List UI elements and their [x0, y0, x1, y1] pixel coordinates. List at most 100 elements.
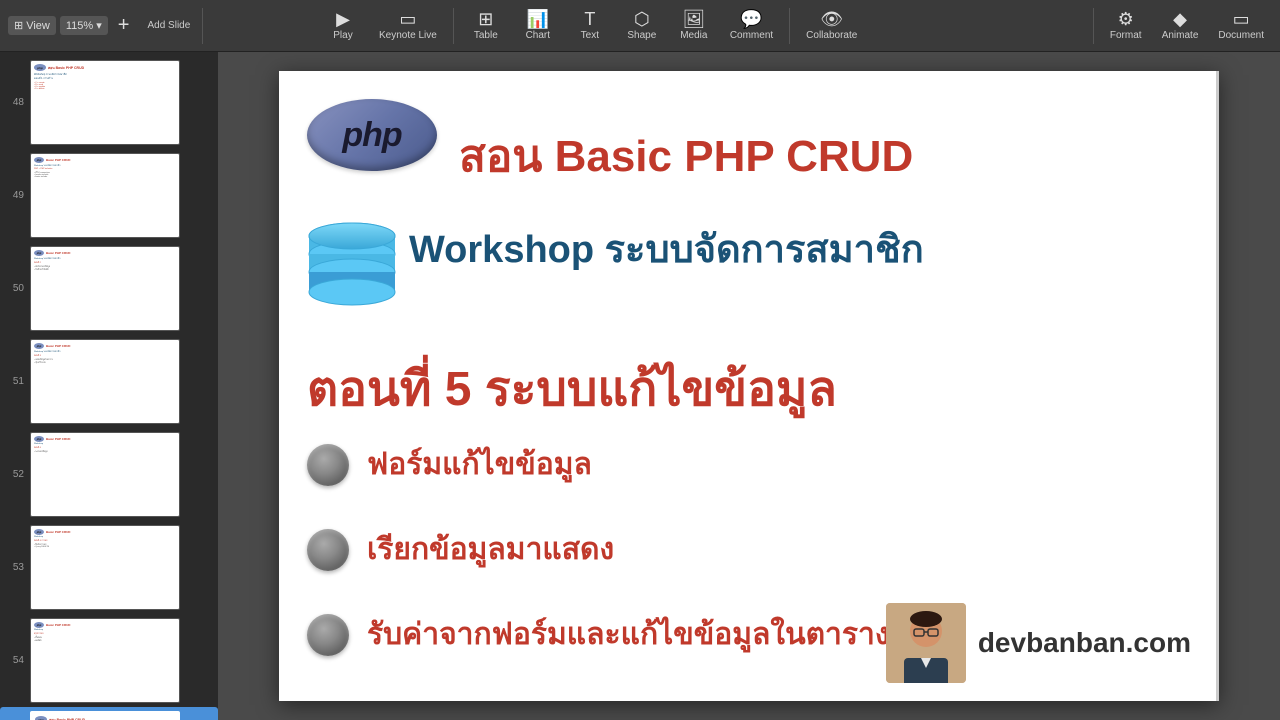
- slide-number-50: 50: [6, 283, 24, 294]
- table-button[interactable]: ⊞ Table: [462, 6, 510, 45]
- slide-preview-49: php Basic PHP CRUD Workshop ระบบจัดการสม…: [30, 153, 180, 238]
- collaborate-label: Collaborate: [806, 30, 857, 41]
- plus-icon: +: [118, 14, 130, 36]
- collaborate-icon: 👁: [820, 10, 843, 28]
- add-slide-label-group: Add Slide: [139, 16, 198, 35]
- keynote-live-button[interactable]: ▭ Keynote Live: [371, 6, 445, 45]
- slide-thumb-52[interactable]: 52 php Basic PHP CRUD Workshop ตอนที่ 4 …: [0, 428, 218, 521]
- document-icon: ▭: [1233, 10, 1250, 28]
- slide-thumb-51[interactable]: 51 php Basic PHP CRUD Workshop ระบบจัดกา…: [0, 335, 218, 428]
- slide-thumb-54[interactable]: 54 php Basic PHP CRUD Workshop สรุปการลบ…: [0, 614, 218, 707]
- person-svg: [886, 603, 966, 683]
- text-icon: T: [584, 10, 595, 28]
- slide-preview-54: php Basic PHP CRUD Workshop สรุปการลบ • …: [30, 618, 180, 703]
- avatar-image: [886, 603, 966, 683]
- play-icon: ▶: [336, 10, 350, 28]
- view-label: View: [26, 20, 50, 32]
- slide-preview-48: php สอน Basic PHP CRUD Workshop ระบบจัดก…: [30, 60, 180, 145]
- slide-number-48: 48: [6, 97, 24, 108]
- table-label: Table: [474, 30, 498, 41]
- bullet-item-2: เรียกข้อมูลมาแสดง: [307, 526, 890, 573]
- comment-button[interactable]: 💬 Comment: [722, 6, 781, 45]
- slide-number-51: 51: [6, 376, 24, 387]
- slide-thumb-49[interactable]: 49 php Basic PHP CRUD Workshop ระบบจัดกา…: [0, 149, 218, 242]
- database-icon: [307, 221, 397, 321]
- bullet-icon-2: [307, 529, 349, 571]
- divider-4: [1093, 8, 1094, 44]
- slide-number-52: 52: [6, 469, 24, 480]
- bullet-text-2: เรียกข้อมูลมาแสดง: [367, 526, 614, 573]
- php-logo-text: php: [342, 116, 401, 155]
- media-label: Media: [680, 30, 707, 41]
- animate-button[interactable]: ◆ Animate: [1154, 6, 1207, 45]
- bullet-icon-1: [307, 444, 349, 486]
- add-slide-button[interactable]: +: [112, 12, 136, 39]
- play-button[interactable]: ▶ Play: [319, 6, 367, 45]
- format-icon: ⚙: [1118, 10, 1134, 28]
- chart-label: Chart: [526, 30, 550, 41]
- format-label: Format: [1110, 30, 1142, 41]
- chart-button[interactable]: 📊 Chart: [514, 6, 562, 45]
- slide-thumb-55[interactable]: 55 php สอน Basic PHP CRUD Workshop ระบบจ…: [0, 707, 218, 720]
- workshop-title: Workshop ระบบจัดการสมาชิก: [409, 226, 924, 275]
- animate-icon: ◆: [1173, 10, 1187, 28]
- main-area: 48 php สอน Basic PHP CRUD Workshop ระบบจ…: [0, 52, 1280, 720]
- avatar-section: devbanban.com: [886, 603, 1191, 683]
- right-edge-line: [1216, 71, 1219, 701]
- slide-number-49: 49: [6, 190, 24, 201]
- bullet-text-1: ฟอร์มแก้ไขข้อมูล: [367, 441, 592, 488]
- slide-canvas[interactable]: php สอน Basic PHP CRUD: [279, 71, 1219, 701]
- bullet-item-3: รับค่าจากฟอร์มและแก้ไขข้อมูลในตาราง: [307, 611, 890, 658]
- document-button[interactable]: ▭ Document: [1210, 6, 1272, 45]
- text-label: Text: [581, 30, 599, 41]
- zoom-value: 115%: [66, 20, 93, 32]
- document-label: Document: [1218, 30, 1264, 41]
- animate-label: Animate: [1162, 30, 1199, 41]
- media-button[interactable]: 🖼 Media: [670, 6, 718, 45]
- slide-number-54: 54: [6, 655, 24, 666]
- slide-preview-51: php Basic PHP CRUD Workshop ระบบจัดการสม…: [30, 339, 180, 424]
- text-button[interactable]: T Text: [566, 6, 614, 45]
- slide-thumb-48[interactable]: 48 php สอน Basic PHP CRUD Workshop ระบบจ…: [0, 56, 218, 149]
- php-logo: php: [307, 99, 437, 171]
- comment-icon: 💬: [740, 10, 762, 28]
- slide-preview-50: php Basic PHP CRUD Workshop ระบบจัดการสม…: [30, 246, 180, 331]
- collaborate-button[interactable]: 👁 Collaborate: [798, 6, 865, 45]
- devbanban-label: devbanban.com: [978, 627, 1191, 659]
- slide-preview-52: php Basic PHP CRUD Workshop ตอนที่ 4 • ร…: [30, 432, 180, 517]
- view-icon: ⊞: [14, 19, 23, 32]
- media-icon: 🖼: [682, 10, 705, 28]
- slide-thumb-53[interactable]: 53 php Basic PHP CRUD Workshop ตอนที่ 4 …: [0, 521, 218, 614]
- table-icon: ⊞: [478, 10, 493, 28]
- divider-2: [453, 8, 454, 44]
- bullet-icon-3: [307, 614, 349, 656]
- slide-preview-55: php สอน Basic PHP CRUD Workshop ระบบจัดก…: [30, 711, 180, 720]
- shape-label: Shape: [627, 30, 656, 41]
- bullet-text-3: รับค่าจากฟอร์มและแก้ไขข้อมูลในตาราง: [367, 611, 890, 658]
- slide-number-53: 53: [6, 562, 24, 573]
- keynote-live-icon: ▭: [399, 10, 416, 28]
- slide-title: สอน Basic PHP CRUD: [459, 121, 913, 191]
- format-button[interactable]: ⚙ Format: [1102, 6, 1150, 45]
- canvas-area: php สอน Basic PHP CRUD: [218, 52, 1280, 720]
- bullet-list: ฟอร์มแก้ไขข้อมูล เรียกข้อมูลมาแสดง รับค่…: [307, 441, 890, 658]
- divider-1: [202, 8, 203, 44]
- toolbar: ⊞ View 115% ▾ + Add Slide ▶ Play ▭ Keyno…: [0, 0, 1280, 52]
- add-slide-label: Add Slide: [147, 20, 190, 31]
- slide-panel: 48 php สอน Basic PHP CRUD Workshop ระบบจ…: [0, 52, 218, 720]
- slide-thumb-50[interactable]: 50 php Basic PHP CRUD Workshop ระบบจัดกา…: [0, 242, 218, 335]
- workshop-title-text: Workshop ระบบจัดการสมาชิก: [409, 229, 924, 271]
- view-button[interactable]: ⊞ View: [8, 16, 56, 35]
- play-label: Play: [333, 30, 352, 41]
- shape-icon: ⬡: [634, 10, 650, 28]
- bullet-item-1: ฟอร์มแก้ไขข้อมูล: [307, 441, 890, 488]
- keynote-live-label: Keynote Live: [379, 30, 437, 41]
- episode-title: ตอนที่ 5 ระบบแก้ไขข้อมูล: [307, 351, 837, 427]
- slide-preview-53: php Basic PHP CRUD Workshop ตอนที่ 4 การ…: [30, 525, 180, 610]
- comment-label: Comment: [730, 30, 773, 41]
- zoom-chevron-icon: ▾: [96, 20, 102, 32]
- shape-button[interactable]: ⬡ Shape: [618, 6, 666, 45]
- zoom-button[interactable]: 115% ▾: [60, 16, 108, 35]
- divider-3: [789, 8, 790, 44]
- chart-icon: 📊: [527, 10, 549, 28]
